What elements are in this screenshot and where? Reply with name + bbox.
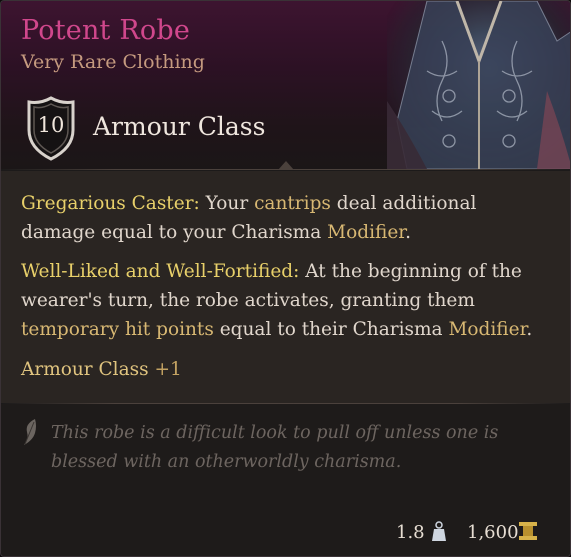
property-text: Your [205, 193, 255, 214]
flavor-text: This robe is a difficult look to pull of… [51, 423, 499, 472]
keyword-temporary-hit-points[interactable]: temporary hit points [21, 319, 214, 340]
property-text: . [526, 319, 533, 340]
property-text: equal to their Charisma [213, 319, 449, 340]
keyword-cantrips[interactable]: cantrips [254, 193, 331, 214]
keyword-modifier[interactable]: Modifier [448, 319, 526, 340]
item-tooltip: Potent Robe Very Rare Clothing 10 Armour… [0, 0, 571, 557]
item-name: Potent Robe [21, 15, 191, 46]
weight-icon [432, 521, 446, 541]
armour-class-label: Armour Class [93, 112, 266, 141]
feather-icon [24, 419, 36, 445]
bonus-value: +1 [154, 359, 182, 380]
gold-coin-icon [519, 522, 537, 540]
armour-class-value: 10 [37, 113, 65, 137]
properties-panel: Gregarious Caster: Your cantrips deal ad… [1, 171, 570, 403]
property-name: Well-Liked and Well-Fortified: [21, 261, 300, 282]
property-well-liked: Well-Liked and Well-Fortified: At the be… [21, 257, 541, 344]
property-text: . [405, 222, 411, 243]
property-gregarious-caster: Gregarious Caster: Your cantrips deal ad… [21, 189, 541, 247]
item-rarity: Very Rare Clothing [21, 51, 205, 73]
property-name: Gregarious Caster: [21, 193, 200, 214]
divider-notch [278, 161, 294, 170]
weight-value: 1.8 [396, 522, 425, 543]
bonus-label: Armour Class [21, 359, 149, 380]
robe-artwork [387, 1, 570, 169]
tooltip-header: Potent Robe Very Rare Clothing 10 Armour… [1, 1, 570, 169]
keyword-modifier[interactable]: Modifier [327, 222, 405, 243]
gold-value: 1,600 [467, 522, 519, 543]
bonus-row: Armour Class +1 [21, 355, 541, 384]
